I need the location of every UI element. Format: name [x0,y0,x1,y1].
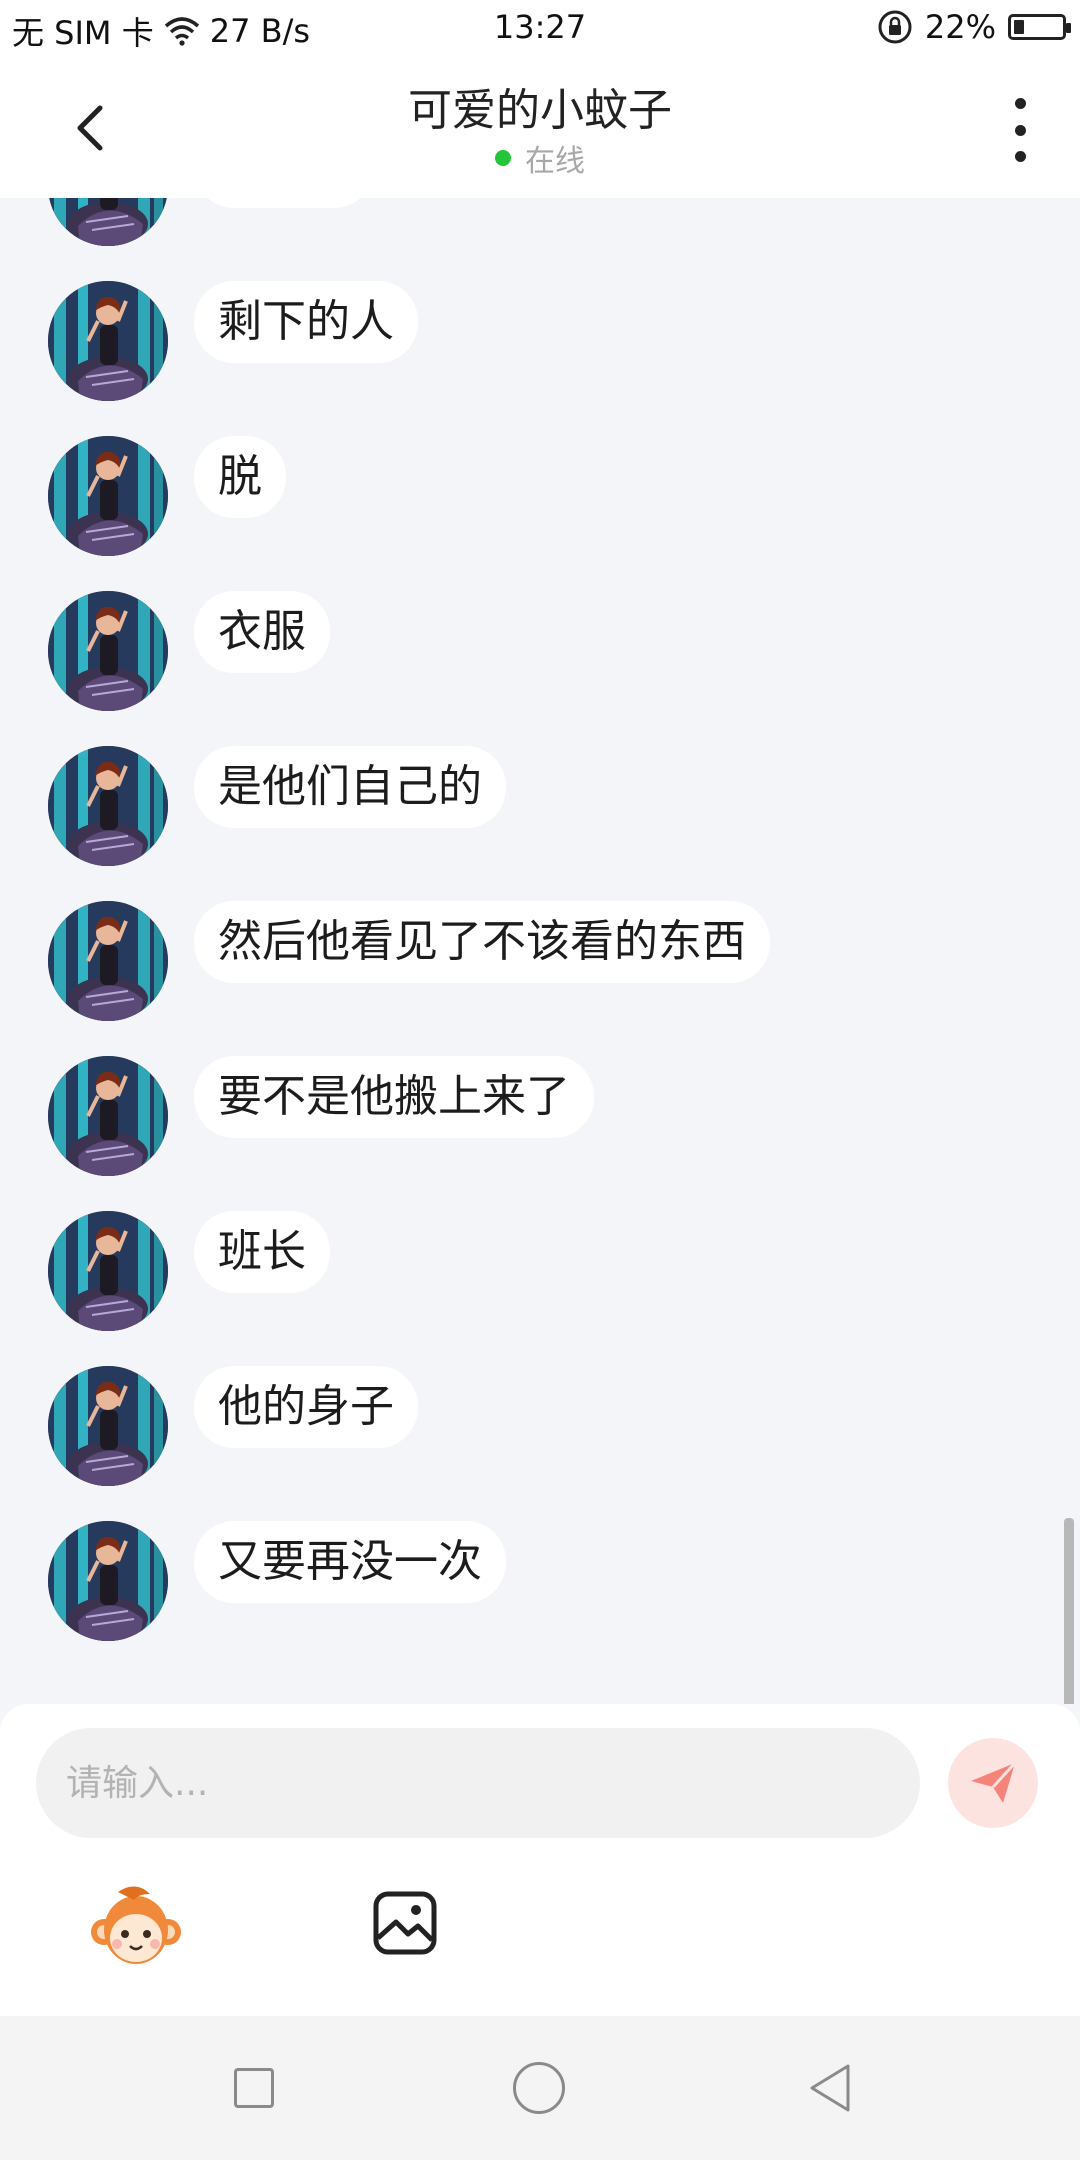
avatar[interactable] [48,591,168,711]
message-bubble[interactable]: 摁着他 [194,198,374,208]
presence-status: 在线 [0,136,1080,180]
message-row: 是他们自己的 [48,746,506,866]
message-bubble[interactable]: 又要再没一次 [194,1521,506,1603]
chat-header: 可爱的小蚊子 在线 [0,56,1080,198]
message-input[interactable] [36,1728,920,1838]
message-bubble[interactable]: 他的身子 [194,1366,418,1448]
home-icon[interactable] [513,2062,565,2114]
more-options-button[interactable] [1000,98,1040,162]
online-dot [495,150,511,166]
message-bubble[interactable]: 脱 [194,436,286,518]
status-bar: 无 SIM 卡 27 B/s 13:27 22% [0,0,1080,56]
avatar[interactable] [48,436,168,556]
send-button[interactable] [948,1738,1038,1828]
avatar[interactable] [48,1056,168,1176]
avatar[interactable] [48,746,168,866]
message-row: 要不是他搬上来了 [48,1056,594,1176]
more-dot [1014,98,1026,109]
avatar[interactable] [48,1366,168,1486]
message-bubble[interactable]: 是他们自己的 [194,746,506,828]
avatar[interactable] [48,198,168,246]
input-panel [0,1704,1080,2016]
message-row: 然后他看见了不该看的东西 [48,901,770,1021]
message-bubble[interactable]: 班长 [194,1211,330,1293]
back-triangle-icon[interactable] [806,2062,854,2114]
message-row: 剩下的人 [48,281,418,401]
monkey-emoji-icon[interactable] [90,1886,182,1968]
message-row: 脱 [48,436,286,556]
message-bubble[interactable]: 要不是他搬上来了 [194,1056,594,1138]
message-row: 衣服 [48,591,330,711]
scrollbar[interactable] [1064,1518,1074,1704]
status-right: 22% [877,8,1071,46]
rotation-lock-icon [878,10,912,44]
paper-plane-icon [971,1761,1017,1803]
recent-apps-icon[interactable] [234,2068,274,2108]
message-row: 又要再没一次 [48,1521,506,1641]
message-bubble[interactable]: 然后他看见了不该看的东西 [194,901,770,983]
more-dot [1014,124,1026,136]
image-icon[interactable] [372,1890,438,1956]
chat-title: 可爱的小蚊子 [408,85,672,136]
message-row: 摁着他 [48,198,374,246]
avatar[interactable] [48,901,168,1021]
system-nav-bar [0,2016,1080,2160]
message-bubble[interactable]: 衣服 [194,591,330,673]
battery-icon [1008,14,1071,40]
avatar[interactable] [48,281,168,401]
more-dot [1014,151,1026,162]
message-row: 班长 [48,1211,330,1331]
presence-label: 在线 [525,144,585,179]
message-row: 他的身子 [48,1366,418,1486]
avatar[interactable] [48,1211,168,1331]
avatar[interactable] [48,1521,168,1641]
message-list[interactable]: 摁着他 剩下的人 脱 [0,198,1080,1704]
message-bubble[interactable]: 剩下的人 [194,281,418,363]
battery-percent: 22% [924,8,996,46]
